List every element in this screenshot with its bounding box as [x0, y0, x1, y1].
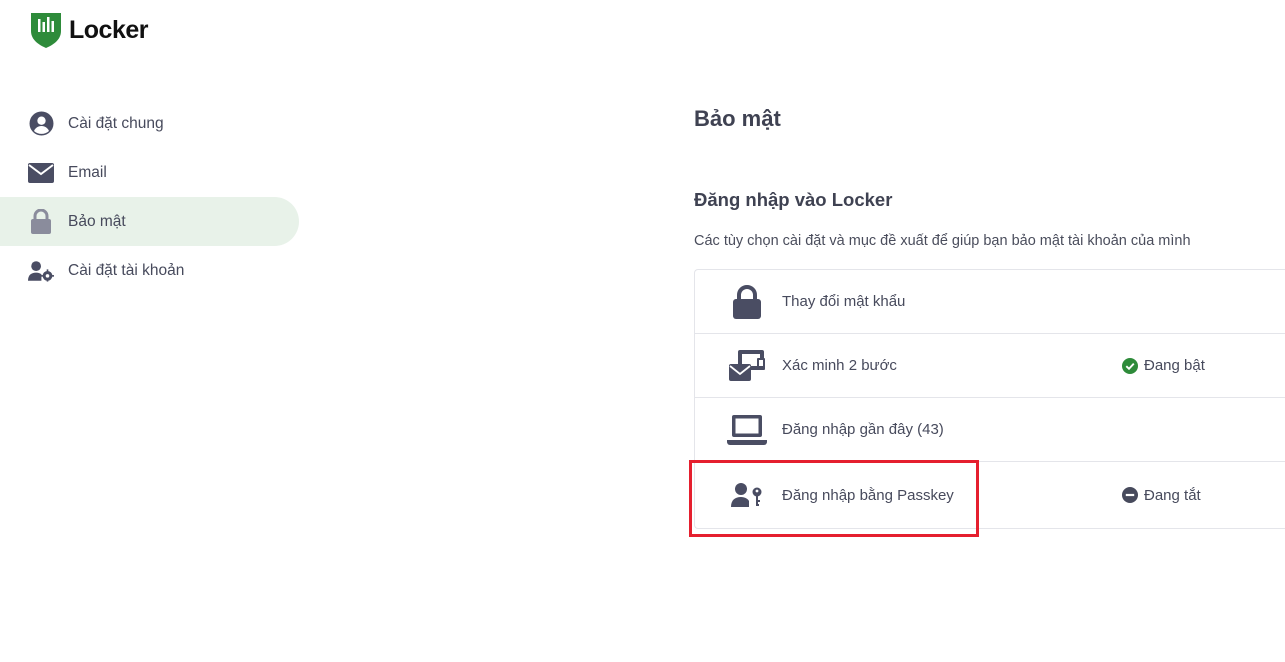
- sidebar-item-account-settings[interactable]: Cài đặt tài khoản: [0, 246, 299, 295]
- passkey-login-row[interactable]: Đăng nhập bằng Passkey Đang tắt: [695, 462, 1285, 528]
- row-label: Đăng nhập bằng Passkey: [782, 486, 954, 504]
- app-logo[interactable]: Locker: [29, 11, 148, 49]
- locker-shield-icon: [31, 13, 61, 48]
- lock-icon: [28, 209, 54, 235]
- user-cog-icon: [28, 258, 54, 284]
- laptop-icon: [725, 414, 769, 446]
- page-title: Bảo mật: [694, 106, 781, 131]
- status-text: Đang tắt: [1144, 486, 1201, 504]
- envelope-icon: [28, 160, 54, 186]
- row-label: Thay đổi mật khẩu: [782, 293, 906, 310]
- minus-circle-icon: [1122, 487, 1138, 503]
- section-title: Đăng nhập vào Locker: [694, 189, 893, 210]
- check-circle-icon: [1122, 357, 1138, 374]
- sidebar-item-label: Email: [68, 163, 107, 181]
- status-badge: Đang bật: [1122, 357, 1205, 374]
- section-description: Các tùy chọn cài đặt và mục đề xuất để g…: [694, 233, 1191, 249]
- security-settings-list: Thay đổi mật khẩu Xác minh 2 bước Đang b…: [694, 269, 1285, 529]
- change-password-row[interactable]: Thay đổi mật khẩu: [695, 270, 1285, 334]
- status-badge: Đang tắt: [1122, 487, 1201, 504]
- sidebar-nav: Cài đặt chung Email Bảo mật Cài đặt tài …: [0, 99, 300, 295]
- two-step-verification-icon: [725, 349, 769, 383]
- sidebar-item-security[interactable]: Bảo mật: [0, 197, 299, 246]
- status-text: Đang bật: [1144, 357, 1205, 374]
- user-key-icon: [725, 482, 769, 508]
- sidebar-item-label: Bảo mật: [68, 212, 126, 230]
- sidebar-item-email[interactable]: Email: [0, 148, 299, 197]
- row-label: Xác minh 2 bước: [782, 357, 897, 374]
- sidebar-item-label: Cài đặt tài khoản: [68, 261, 185, 279]
- app-name: Locker: [69, 15, 148, 44]
- sidebar-item-label: Cài đặt chung: [68, 114, 164, 132]
- user-circle-icon: [28, 111, 54, 137]
- two-step-verification-row[interactable]: Xác minh 2 bước Đang bật: [695, 334, 1285, 398]
- recent-logins-row[interactable]: Đăng nhập gần đây (43): [695, 398, 1285, 462]
- sidebar-item-general-settings[interactable]: Cài đặt chung: [0, 99, 299, 148]
- row-label: Đăng nhập gần đây (43): [782, 421, 944, 438]
- lock-icon: [725, 284, 769, 319]
